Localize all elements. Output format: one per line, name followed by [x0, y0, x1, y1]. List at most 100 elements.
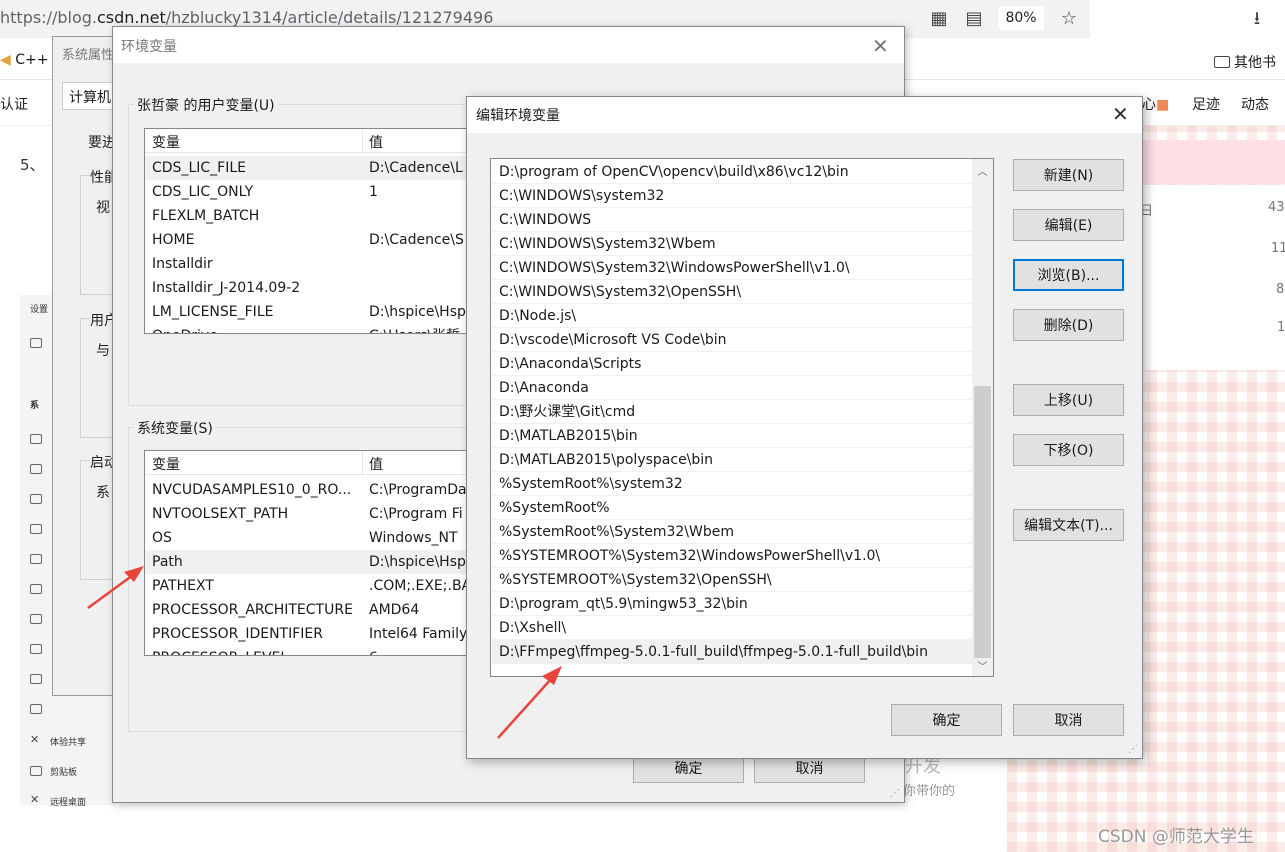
scrollbar-thumb[interactable]	[974, 386, 991, 658]
article-text: 5、	[20, 156, 45, 174]
table-row[interactable]: LM_LICENSE_FILE D:\hspice\Hsp	[145, 300, 477, 324]
column-header-name[interactable]: 变量	[152, 454, 180, 474]
list-item[interactable]: %SystemRoot%\system32	[492, 472, 972, 496]
column-header-name[interactable]: 变量	[152, 132, 180, 152]
list-item[interactable]: D:\vscode\Microsoft VS Code\bin	[492, 328, 972, 352]
resize-grip-icon[interactable]: ⋰	[890, 788, 900, 799]
table-row[interactable]: HOME D:\Cadence\S	[145, 228, 477, 252]
watermark: CSDN @师范大学生	[1098, 827, 1254, 847]
list-item[interactable]: D:\Xshell\	[492, 616, 972, 640]
list-item[interactable]: C:\WINDOWS\system32	[492, 184, 972, 208]
display-icon	[30, 434, 42, 444]
download-icon[interactable]: ⭳	[1246, 8, 1268, 30]
list-item[interactable]: %SYSTEMROOT%\System32\WindowsPowerShell\…	[492, 544, 972, 568]
table-row[interactable]: PROCESSOR_LEVEL6	[145, 646, 477, 655]
bg-fragment: 你带你的	[903, 784, 956, 799]
list-item[interactable]: D:\Anaconda	[492, 376, 972, 400]
user-vars-table[interactable]: 变量 值 CDS_LIC_FILE D:\Cadence\L CDS_LIC_ON…	[144, 128, 478, 334]
nav-item-activity[interactable]: 动态	[1241, 94, 1269, 114]
list-item[interactable]: D:\Anaconda\Scripts	[492, 352, 972, 376]
path-list[interactable]: D:\program of OpenCV\opencv\build\x86\vc…	[490, 158, 994, 677]
focus-icon	[30, 524, 42, 534]
table-row[interactable]: Installdir_J-2014.09-2	[145, 276, 477, 300]
sidebar-count: 8	[1276, 282, 1285, 297]
column-header-value[interactable]: 值	[369, 132, 383, 152]
list-item[interactable]: D:\MATLAB2015\polyspace\bin	[492, 448, 972, 472]
sysprops-text: 视	[96, 200, 110, 216]
env-vars-title: 环境变量	[121, 39, 177, 55]
list-item[interactable]: %SystemRoot%	[492, 496, 972, 520]
edit-ok-button[interactable]: 确定	[891, 704, 1002, 736]
settings-item: 剪贴板	[50, 768, 78, 778]
table-row[interactable]: OneDriveC:\Users\张哲	[145, 324, 477, 333]
battery-icon	[30, 584, 42, 594]
clipboard-icon	[30, 766, 42, 776]
edit-button[interactable]: 编辑(E)	[1013, 209, 1124, 241]
table-header: 变量 值	[145, 129, 477, 153]
new-button[interactable]: 新建(N)	[1013, 159, 1124, 191]
table-row[interactable]: PROCESSOR_IDENTIFIER Intel64 Family	[145, 622, 477, 646]
list-item[interactable]: C:\WINDOWS\System32\OpenSSH\	[492, 280, 972, 304]
table-row-path[interactable]: Path D:\hspice\Hsp	[145, 550, 477, 574]
zoom-badge[interactable]: 80%	[998, 6, 1044, 30]
list-item[interactable]: D:\Node.js\	[492, 304, 972, 328]
close-icon[interactable]: ✕	[1112, 102, 1129, 126]
nav-item-footprint[interactable]: 足迹	[1192, 94, 1220, 114]
list-item[interactable]: D:\野火课堂\Git\cmd	[492, 400, 972, 424]
gift-icon: ■	[1156, 97, 1170, 113]
url-text[interactable]: https://blog.csdn.net/hzblucky1314/artic…	[0, 8, 493, 27]
list-item-selected[interactable]: D:\FFmpeg\ffmpeg-5.0.1-full_build\ffmpeg…	[492, 640, 972, 664]
nav-item-heart[interactable]: 心■	[1142, 94, 1169, 114]
sys-vars-table[interactable]: 变量 值 NVCUDASAMPLES10_0_RO... C:\ProgramDa…	[144, 450, 478, 656]
table-row[interactable]: Installdir	[145, 252, 477, 276]
table-row[interactable]: PATHEXT .COM;.EXE;.BA	[145, 574, 477, 598]
list-item[interactable]: %SystemRoot%\System32\Wbem	[492, 520, 972, 544]
edit-dialog-titlebar[interactable]	[467, 97, 1142, 133]
table-row[interactable]: NVCUDASAMPLES10_0_RO... C:\ProgramDa	[145, 478, 477, 502]
table-row[interactable]: NVTOOLSEXT_PATH C:\Program Fi	[145, 502, 477, 526]
sound-icon	[30, 464, 42, 474]
move-up-button[interactable]: 上移(U)	[1013, 384, 1124, 416]
table-header: 变量 值	[145, 451, 477, 475]
table-row[interactable]: CDS_LIC_FILE D:\Cadence\L	[145, 156, 477, 180]
scroll-down-icon[interactable]: ﹀	[972, 658, 993, 673]
power-icon	[30, 554, 42, 564]
column-divider[interactable]	[362, 451, 363, 475]
user-vars-label: 张哲豪 的用户变量(U)	[134, 95, 278, 115]
list-item[interactable]: %SYSTEMROOT%\System32\OpenSSH\	[492, 568, 972, 592]
notify-icon	[30, 494, 42, 504]
table-row[interactable]: CDS_LIC_ONLY 1	[145, 180, 477, 204]
bookmark-cpp[interactable]: ◀ C++	[0, 52, 48, 68]
column-divider[interactable]	[362, 129, 363, 153]
list-item[interactable]: C:\WINDOWS	[492, 208, 972, 232]
sysprops-title: 系统属性	[62, 48, 115, 63]
list-item[interactable]: C:\WINDOWS\System32\Wbem	[492, 232, 972, 256]
sidebar-count: 11	[1271, 241, 1285, 256]
move-down-button[interactable]: 下移(O)	[1013, 434, 1124, 466]
list-item[interactable]: C:\WINDOWS\System32\WindowsPowerShell\v1…	[492, 256, 972, 280]
table-row[interactable]: FLEXLM_BATCH	[145, 204, 477, 228]
scroll-up-icon[interactable]: ︿	[972, 163, 993, 178]
edit-dialog-title: 编辑环境变量	[476, 108, 560, 124]
close-icon[interactable]: ✕	[872, 34, 889, 58]
browse-button[interactable]: 浏览(B)...	[1013, 259, 1124, 291]
table-row[interactable]: OS Windows_NT	[145, 526, 477, 550]
reader-icon[interactable]: ▤	[963, 8, 985, 30]
list-item[interactable]: D:\program of OpenCV\opencv\build\x86\vc…	[492, 160, 972, 184]
sys-vars-label: 系统变量(S)	[134, 418, 216, 438]
bookmark-other[interactable]: 其他书	[1214, 52, 1276, 72]
nav-item-certify[interactable]: 认证	[0, 94, 28, 114]
sysprops-text: 与	[96, 343, 110, 359]
table-row[interactable]: PROCESSOR_ARCHITECTURE AMD64	[145, 598, 477, 622]
edit-text-button[interactable]: 编辑文本(T)...	[1013, 509, 1124, 541]
resize-grip-icon[interactable]: ⋰	[1128, 744, 1138, 755]
list-item[interactable]: D:\program_qt\5.9\mingw53_32\bin	[492, 592, 972, 616]
list-item[interactable]: D:\MATLAB2015\bin	[492, 424, 972, 448]
column-header-value[interactable]: 值	[369, 454, 383, 474]
folder-icon	[1214, 56, 1230, 68]
env-vars-titlebar[interactable]	[113, 27, 904, 63]
star-icon[interactable]: ☆	[1058, 8, 1080, 30]
qr-code-icon[interactable]: ▦	[928, 8, 950, 30]
edit-cancel-button[interactable]: 取消	[1013, 704, 1124, 736]
delete-button[interactable]: 删除(D)	[1013, 309, 1124, 341]
